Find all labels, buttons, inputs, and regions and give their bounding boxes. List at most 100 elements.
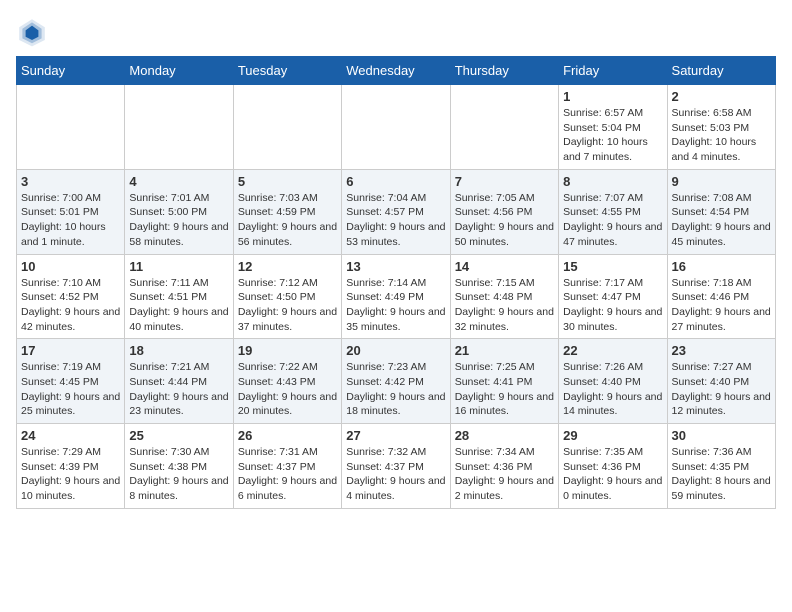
day-info: Sunrise: 7:04 AM — [346, 191, 445, 206]
day-info: Sunset: 4:46 PM — [672, 290, 771, 305]
calendar-cell: 12Sunrise: 7:12 AMSunset: 4:50 PMDayligh… — [233, 254, 341, 339]
day-info: Sunset: 4:40 PM — [563, 375, 662, 390]
calendar-week-row: 10Sunrise: 7:10 AMSunset: 4:52 PMDayligh… — [17, 254, 776, 339]
day-info: Sunset: 4:55 PM — [563, 205, 662, 220]
calendar-cell — [17, 85, 125, 170]
calendar-cell: 16Sunrise: 7:18 AMSunset: 4:46 PMDayligh… — [667, 254, 775, 339]
calendar-cell: 5Sunrise: 7:03 AMSunset: 4:59 PMDaylight… — [233, 169, 341, 254]
day-info: Daylight: 9 hours and 25 minutes. — [21, 390, 120, 419]
day-of-week-header: Sunday — [17, 57, 125, 85]
calendar-cell: 11Sunrise: 7:11 AMSunset: 4:51 PMDayligh… — [125, 254, 233, 339]
day-info: Sunrise: 7:11 AM — [129, 276, 228, 291]
day-of-week-header: Tuesday — [233, 57, 341, 85]
day-number: 20 — [346, 343, 445, 358]
day-info: Sunset: 5:00 PM — [129, 205, 228, 220]
day-info: Sunrise: 7:29 AM — [21, 445, 120, 460]
day-number: 15 — [563, 259, 662, 274]
day-info: Daylight: 9 hours and 56 minutes. — [238, 220, 337, 249]
day-info: Sunset: 5:04 PM — [563, 121, 662, 136]
day-info: Sunset: 5:01 PM — [21, 205, 120, 220]
day-info: Sunset: 4:40 PM — [672, 375, 771, 390]
day-number: 29 — [563, 428, 662, 443]
calendar-cell: 2Sunrise: 6:58 AMSunset: 5:03 PMDaylight… — [667, 85, 775, 170]
day-info: Daylight: 9 hours and 10 minutes. — [21, 474, 120, 503]
day-info: Sunset: 4:42 PM — [346, 375, 445, 390]
day-info: Sunrise: 7:00 AM — [21, 191, 120, 206]
day-info: Sunrise: 7:27 AM — [672, 360, 771, 375]
day-number: 9 — [672, 174, 771, 189]
day-number: 5 — [238, 174, 337, 189]
calendar-cell: 10Sunrise: 7:10 AMSunset: 4:52 PMDayligh… — [17, 254, 125, 339]
day-info: Sunset: 4:41 PM — [455, 375, 554, 390]
calendar-cell: 21Sunrise: 7:25 AMSunset: 4:41 PMDayligh… — [450, 339, 558, 424]
day-info: Sunset: 4:48 PM — [455, 290, 554, 305]
day-info: Sunset: 4:45 PM — [21, 375, 120, 390]
day-info: Daylight: 9 hours and 42 minutes. — [21, 305, 120, 334]
calendar-cell: 6Sunrise: 7:04 AMSunset: 4:57 PMDaylight… — [342, 169, 450, 254]
day-info: Daylight: 10 hours and 1 minute. — [21, 220, 120, 249]
calendar-cell: 9Sunrise: 7:08 AMSunset: 4:54 PMDaylight… — [667, 169, 775, 254]
calendar-cell: 24Sunrise: 7:29 AMSunset: 4:39 PMDayligh… — [17, 424, 125, 509]
day-info: Sunset: 4:49 PM — [346, 290, 445, 305]
day-info: Daylight: 10 hours and 7 minutes. — [563, 135, 662, 164]
day-number: 21 — [455, 343, 554, 358]
day-info: Sunrise: 7:18 AM — [672, 276, 771, 291]
day-info: Sunset: 4:37 PM — [238, 460, 337, 475]
day-info: Daylight: 9 hours and 8 minutes. — [129, 474, 228, 503]
calendar-cell — [233, 85, 341, 170]
day-number: 22 — [563, 343, 662, 358]
day-number: 18 — [129, 343, 228, 358]
day-info: Sunrise: 7:34 AM — [455, 445, 554, 460]
calendar-body: 1Sunrise: 6:57 AMSunset: 5:04 PMDaylight… — [17, 85, 776, 509]
day-info: Sunrise: 7:32 AM — [346, 445, 445, 460]
day-info: Daylight: 9 hours and 18 minutes. — [346, 390, 445, 419]
day-info: Sunrise: 7:17 AM — [563, 276, 662, 291]
calendar-cell — [450, 85, 558, 170]
day-info: Sunset: 4:39 PM — [21, 460, 120, 475]
calendar-cell: 22Sunrise: 7:26 AMSunset: 4:40 PMDayligh… — [559, 339, 667, 424]
day-number: 25 — [129, 428, 228, 443]
day-info: Sunset: 4:36 PM — [563, 460, 662, 475]
day-number: 14 — [455, 259, 554, 274]
day-info: Daylight: 9 hours and 40 minutes. — [129, 305, 228, 334]
logo — [16, 16, 52, 48]
calendar-cell: 8Sunrise: 7:07 AMSunset: 4:55 PMDaylight… — [559, 169, 667, 254]
day-info: Sunrise: 7:21 AM — [129, 360, 228, 375]
day-info: Daylight: 8 hours and 59 minutes. — [672, 474, 771, 503]
day-number: 27 — [346, 428, 445, 443]
calendar-cell: 13Sunrise: 7:14 AMSunset: 4:49 PMDayligh… — [342, 254, 450, 339]
day-info: Daylight: 9 hours and 35 minutes. — [346, 305, 445, 334]
calendar-cell: 25Sunrise: 7:30 AMSunset: 4:38 PMDayligh… — [125, 424, 233, 509]
day-info: Sunset: 4:50 PM — [238, 290, 337, 305]
day-number: 13 — [346, 259, 445, 274]
day-info: Sunrise: 7:22 AM — [238, 360, 337, 375]
day-info: Sunset: 4:38 PM — [129, 460, 228, 475]
day-info: Daylight: 9 hours and 50 minutes. — [455, 220, 554, 249]
calendar-header-row: SundayMondayTuesdayWednesdayThursdayFrid… — [17, 57, 776, 85]
calendar-cell: 7Sunrise: 7:05 AMSunset: 4:56 PMDaylight… — [450, 169, 558, 254]
calendar-week-row: 24Sunrise: 7:29 AMSunset: 4:39 PMDayligh… — [17, 424, 776, 509]
logo-icon — [16, 16, 48, 48]
day-number: 1 — [563, 89, 662, 104]
calendar-cell: 17Sunrise: 7:19 AMSunset: 4:45 PMDayligh… — [17, 339, 125, 424]
calendar-week-row: 1Sunrise: 6:57 AMSunset: 5:04 PMDaylight… — [17, 85, 776, 170]
day-info: Sunrise: 7:07 AM — [563, 191, 662, 206]
day-info: Sunset: 4:51 PM — [129, 290, 228, 305]
day-info: Sunrise: 7:08 AM — [672, 191, 771, 206]
day-number: 2 — [672, 89, 771, 104]
day-info: Daylight: 9 hours and 23 minutes. — [129, 390, 228, 419]
calendar-cell: 14 Sunrise: 7:15 AMSunset: 4:48 PMDayligh… — [450, 254, 558, 339]
day-info: Daylight: 9 hours and 20 minutes. — [238, 390, 337, 419]
day-number: 10 — [21, 259, 120, 274]
calendar-cell: 30Sunrise: 7:36 AMSunset: 4:35 PMDayligh… — [667, 424, 775, 509]
day-of-week-header: Saturday — [667, 57, 775, 85]
day-info: Sunrise: 7:15 AM — [455, 276, 554, 291]
day-number: 6 — [346, 174, 445, 189]
day-info: Sunrise: 7:05 AM — [455, 191, 554, 206]
day-info: Daylight: 9 hours and 37 minutes. — [238, 305, 337, 334]
day-info: Daylight: 9 hours and 32 minutes. — [455, 305, 554, 334]
day-info: Daylight: 9 hours and 30 minutes. — [563, 305, 662, 334]
day-number: 23 — [672, 343, 771, 358]
day-info: Sunrise: 7:01 AM — [129, 191, 228, 206]
day-info: Daylight: 9 hours and 6 minutes. — [238, 474, 337, 503]
